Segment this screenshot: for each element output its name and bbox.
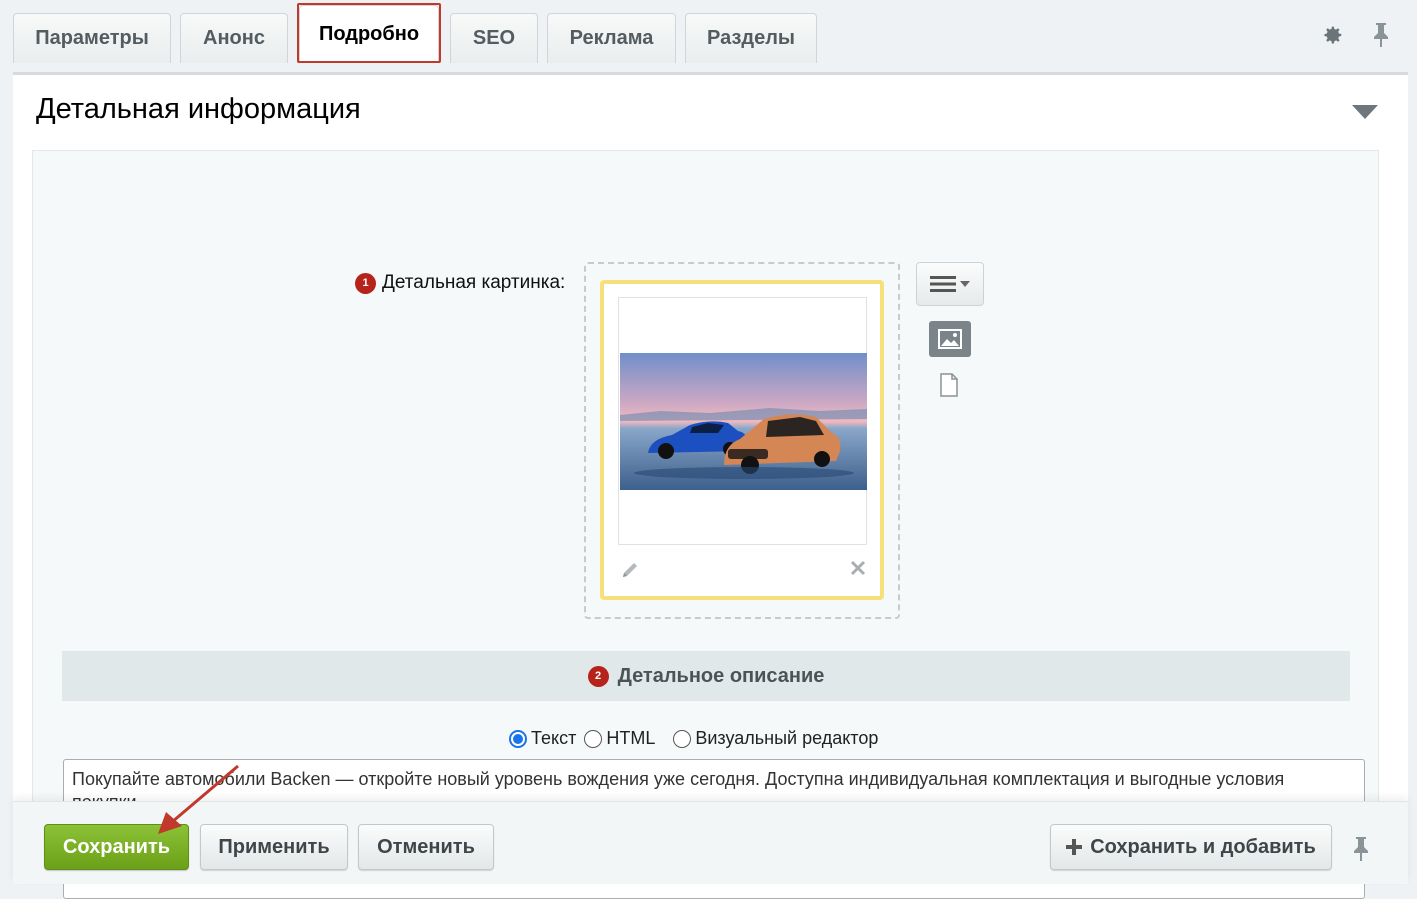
tab-parameters[interactable]: Параметры	[13, 13, 171, 63]
hamburger-menu-icon	[930, 276, 956, 292]
mode-html-label: HTML	[606, 728, 656, 748]
plus-icon	[1066, 839, 1083, 855]
mode-visual-option[interactable]: Визуальный редактор	[673, 728, 878, 749]
pin-icon[interactable]	[1368, 22, 1394, 48]
detail-picture-label-text: Детальная картинка:	[382, 272, 566, 293]
tab-seo[interactable]: SEO	[450, 13, 538, 63]
active-tab-highlight	[297, 3, 441, 63]
picture-preview-frame	[618, 297, 867, 545]
tab-bar: Параметры Анонс Подробно SEO Реклама Раз…	[0, 0, 1417, 72]
car-image[interactable]	[620, 353, 867, 490]
mode-visual-radio[interactable]	[673, 729, 692, 748]
step-badge: 1	[355, 272, 376, 294]
image-icon[interactable]	[929, 321, 971, 357]
mode-html-option[interactable]: HTML	[584, 728, 655, 749]
mode-text-label: Текст	[531, 728, 577, 748]
detail-picture-label: 1 Детальная картинка:	[355, 272, 565, 294]
detail-description-title: Детальное описание	[617, 664, 825, 687]
detail-panel: Детальная информация 1 Детальная картинк…	[13, 75, 1408, 899]
save-button[interactable]: Сохранить	[44, 824, 189, 870]
picture-dropzone[interactable]	[584, 262, 900, 619]
step-badge: 2	[587, 665, 609, 687]
gear-icon[interactable]	[1320, 22, 1346, 48]
pencil-icon[interactable]	[620, 560, 640, 585]
tab-sections[interactable]: Разделы	[685, 13, 817, 63]
apply-button[interactable]: Применить	[200, 824, 348, 870]
chevron-down-icon	[960, 281, 970, 287]
mode-visual-label: Визуальный редактор	[695, 728, 879, 748]
tab-advertising[interactable]: Реклама	[547, 13, 676, 63]
footer-pin-icon[interactable]	[1352, 836, 1370, 867]
mode-text-radio[interactable]	[509, 729, 527, 748]
picture-menu-button[interactable]	[916, 262, 984, 306]
footer-toolbar: Сохранить Применить Отменить Сохранить и…	[13, 801, 1408, 884]
section-title: Детальная информация	[36, 93, 361, 125]
picture-card	[600, 280, 884, 600]
mode-html-radio[interactable]	[584, 729, 603, 748]
description-mode-selector: Текст HTML Визуальный редактор	[509, 728, 878, 749]
detail-description-header: 2 Детальное описание	[62, 651, 1350, 701]
detail-form: 1 Детальная картинка: 2 Детальное описан…	[32, 150, 1379, 899]
file-icon[interactable]	[939, 373, 959, 402]
save-and-add-button[interactable]: Сохранить и добавить	[1050, 824, 1332, 870]
collapse-arrow-icon[interactable]	[1352, 105, 1378, 124]
tab-announce[interactable]: Анонс	[180, 13, 288, 63]
close-icon[interactable]	[850, 560, 866, 581]
save-and-add-label: Сохранить и добавить	[1090, 835, 1316, 858]
mode-text-option[interactable]: Текст	[509, 728, 576, 749]
cancel-button[interactable]: Отменить	[358, 824, 494, 870]
